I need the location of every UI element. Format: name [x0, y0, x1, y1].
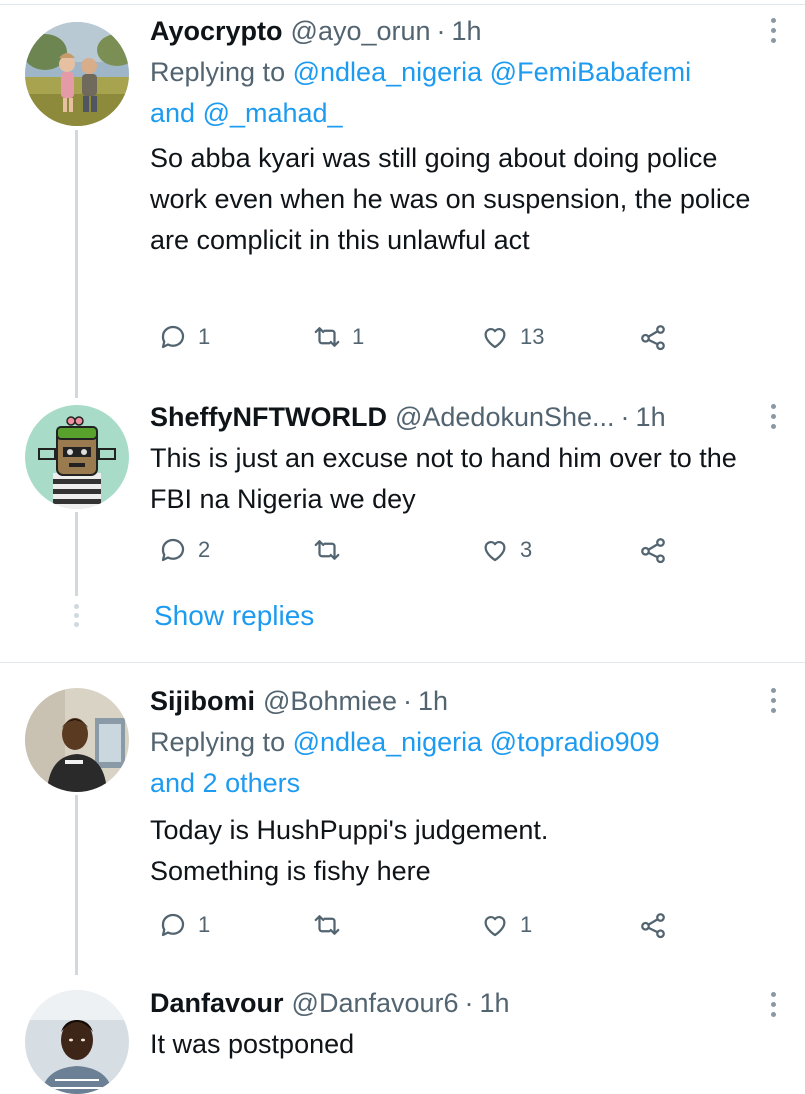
- username[interactable]: @ayo_orun: [291, 14, 431, 48]
- share-button[interactable]: [638, 910, 668, 940]
- separator-dot: ·: [436, 16, 446, 46]
- display-name[interactable]: Sijibomi: [150, 684, 255, 718]
- thread-line: [75, 130, 78, 398]
- separator-dot: ·: [620, 402, 630, 432]
- mention-link[interactable]: @_mahad_: [203, 98, 343, 128]
- retweet-icon: [314, 540, 340, 560]
- show-replies-link[interactable]: Show replies: [154, 600, 314, 632]
- others-link[interactable]: and 2 others: [150, 768, 300, 798]
- heart-icon: [484, 328, 506, 349]
- tweet-text-line: Something is fishy here: [150, 856, 431, 886]
- reply-count: 1: [198, 324, 211, 349]
- tweet-header: Danfavour @Danfavour6 · 1h: [150, 986, 765, 1020]
- tweet-text: This is just an excuse not to hand him o…: [150, 443, 737, 514]
- tweet-text-line: Today is HushPuppi's judgement.: [150, 815, 549, 845]
- avatar-young-man-photo-icon: [25, 990, 129, 1094]
- mention-link[interactable]: @topradio909: [490, 727, 660, 757]
- mention-link[interactable]: @ndlea_nigeria: [293, 57, 483, 87]
- avatar[interactable]: [25, 405, 129, 509]
- tweet-header: Ayocrypto @ayo_orun · 1h: [150, 14, 765, 48]
- tweet-actions: 1 1 13: [150, 322, 670, 362]
- display-name[interactable]: SheffyNFTWORLD: [150, 400, 387, 434]
- display-name[interactable]: Ayocrypto: [150, 14, 283, 48]
- reply-icon: [161, 913, 185, 937]
- heart-icon: [484, 916, 506, 937]
- replying-and[interactable]: and: [150, 98, 195, 128]
- share-icon: [641, 538, 665, 564]
- timestamp[interactable]: 1h: [452, 14, 482, 48]
- username[interactable]: @Danfavour6: [292, 986, 459, 1020]
- timestamp[interactable]: 1h: [636, 400, 666, 434]
- share-icon: [641, 325, 665, 351]
- retweet-button[interactable]: [312, 535, 352, 565]
- more-options-button[interactable]: [769, 992, 777, 1017]
- like-button[interactable]: 13: [480, 322, 544, 352]
- tweet-header: SheffyNFTWORLD @AdedokunShe... · 1h: [150, 400, 765, 434]
- reply-count: 2: [198, 537, 211, 562]
- replying-label: Replying to: [150, 727, 286, 757]
- retweet-icon: [314, 327, 340, 347]
- share-icon: [641, 913, 665, 939]
- avatar-nft-character-icon: [25, 405, 129, 509]
- thread-line: [75, 795, 78, 975]
- thread-divider: [0, 662, 805, 663]
- tweet-actions: 1 1: [150, 910, 670, 950]
- tweet: Sijibomi @Bohmiee · 1h Replying to @ndle…: [150, 684, 765, 892]
- reply-count: 1: [198, 912, 211, 937]
- top-divider: [0, 4, 805, 5]
- like-count: 13: [520, 324, 545, 349]
- replying-to: Replying to @ndlea_nigeria @topradio909 …: [150, 722, 765, 804]
- reply-icon: [161, 325, 185, 349]
- replying-label: Replying to: [150, 57, 286, 87]
- avatar-man-photo-icon: [25, 688, 129, 792]
- more-options-button[interactable]: [769, 18, 777, 43]
- mention-link[interactable]: @FemiBabafemi: [490, 57, 691, 87]
- retweet-button[interactable]: 1: [312, 322, 364, 352]
- retweet-count: 1: [352, 324, 365, 349]
- replying-to: Replying to @ndlea_nigeria @FemiBabafemi…: [150, 52, 765, 134]
- more-options-button[interactable]: [769, 688, 777, 713]
- tweet-actions: 2 3: [150, 535, 670, 575]
- like-count: 3: [520, 537, 533, 562]
- tweet-header: Sijibomi @Bohmiee · 1h: [150, 684, 765, 718]
- share-button[interactable]: [638, 535, 668, 565]
- display-name[interactable]: Danfavour: [150, 986, 284, 1020]
- avatar[interactable]: [25, 688, 129, 792]
- tweet-text: Today is HushPuppi's judgement. Somethin…: [150, 810, 765, 892]
- tweet: Danfavour @Danfavour6 · 1h It was postpo…: [150, 986, 765, 1065]
- avatar[interactable]: [25, 990, 129, 1094]
- timestamp[interactable]: 1h: [418, 684, 448, 718]
- separator-dot: ·: [464, 988, 474, 1018]
- like-button[interactable]: 1: [480, 910, 532, 940]
- heart-icon: [484, 541, 506, 562]
- reply-button[interactable]: 1: [158, 322, 210, 352]
- tweet: Ayocrypto @ayo_orun · 1h Replying to @nd…: [150, 14, 765, 261]
- username[interactable]: @Bohmiee: [263, 684, 397, 718]
- reply-button[interactable]: 1: [158, 910, 210, 940]
- timestamp[interactable]: 1h: [480, 986, 510, 1020]
- username[interactable]: @AdedokunShe...: [395, 400, 615, 434]
- mention-link[interactable]: @ndlea_nigeria: [293, 727, 483, 757]
- tweet: SheffyNFTWORLD @AdedokunShe... · 1h This…: [150, 400, 765, 520]
- reply-button[interactable]: 2: [158, 535, 210, 565]
- like-button[interactable]: 3: [480, 535, 532, 565]
- share-button[interactable]: [638, 322, 668, 352]
- more-options-button[interactable]: [769, 404, 777, 429]
- retweet-icon: [314, 915, 340, 935]
- tweet-text: It was postponed: [150, 1029, 355, 1059]
- thread-line: [75, 512, 78, 596]
- retweet-button[interactable]: [312, 910, 352, 940]
- reply-icon: [161, 538, 185, 562]
- avatar-two-children-in-field-icon: [25, 22, 129, 126]
- avatar[interactable]: [25, 22, 129, 126]
- like-count: 1: [520, 912, 533, 937]
- thread-more-dots: [74, 604, 79, 627]
- tweet-text: So abba kyari was still going about doin…: [150, 143, 751, 255]
- separator-dot: ·: [403, 686, 412, 716]
